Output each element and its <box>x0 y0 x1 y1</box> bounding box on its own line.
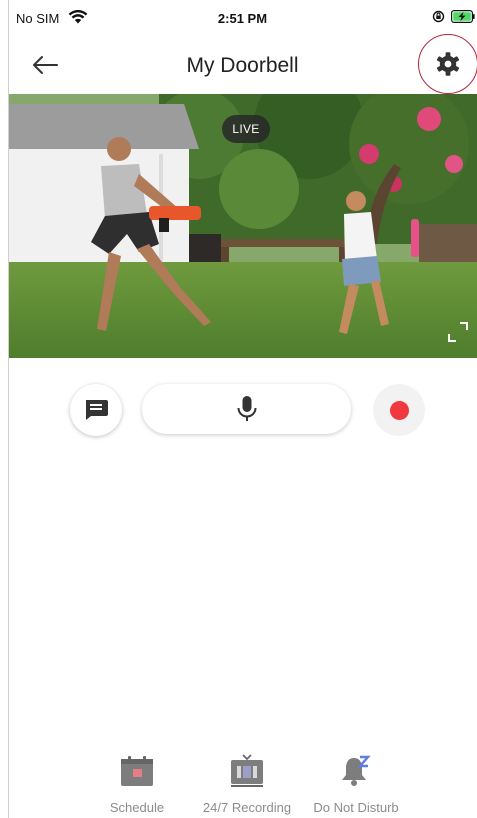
nav-label-schedule: Schedule <box>109 800 165 815</box>
talk-button[interactable] <box>142 384 351 434</box>
recording-icon <box>231 754 263 787</box>
quick-reply-button[interactable] <box>70 384 122 436</box>
orientation-lock-icon <box>432 10 445 23</box>
fullscreen-button[interactable] <box>446 320 470 344</box>
live-video-feed[interactable]: LIVE <box>9 94 477 358</box>
bell-snooze-icon <box>342 755 371 786</box>
header: My Doorbell <box>8 34 477 94</box>
record-button[interactable] <box>373 384 425 436</box>
settings-button[interactable] <box>418 34 477 94</box>
live-badge: LIVE <box>222 115 270 143</box>
nav-item-do-not-disturb[interactable]: Do Not Disturb <box>308 752 404 815</box>
nav-label-recording: 24/7 Recording <box>202 800 292 815</box>
nav-item-schedule[interactable]: Schedule <box>92 752 182 815</box>
nav-item-recording[interactable]: 24/7 Recording <box>192 752 302 815</box>
message-icon <box>86 400 108 420</box>
nav-label-do-not-disturb: Do Not Disturb <box>313 800 399 815</box>
microphone-icon <box>237 396 256 421</box>
status-bar: No SIM 2:51 PM <box>8 0 477 36</box>
gear-icon <box>436 52 460 76</box>
page-title: My Doorbell <box>186 54 299 77</box>
battery-charging-icon <box>451 10 475 23</box>
record-icon <box>389 400 409 420</box>
calendar-icon <box>121 756 153 786</box>
expand-icon <box>448 322 468 342</box>
call-controls <box>8 380 477 436</box>
bottom-nav: Schedule 24/7 Recording Do Not Disturb <box>8 752 477 818</box>
clock: 2:51 PM <box>217 11 268 26</box>
